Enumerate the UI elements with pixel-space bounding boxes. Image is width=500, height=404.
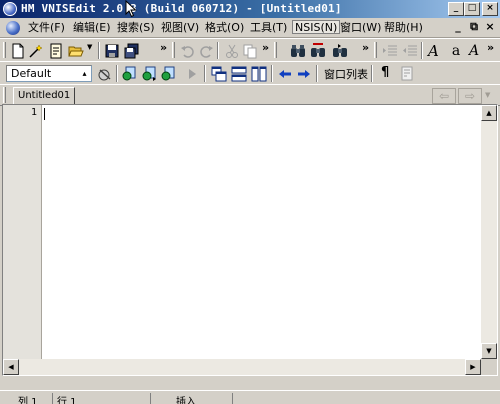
toolbar-grip[interactable]: [374, 42, 377, 58]
menu-bar: 文件(F) 编辑(E) 搜索(S) 视图(V) 格式(O) 工具(T) NSIS…: [0, 18, 500, 38]
horizontal-scrollbar[interactable]: ◀ ▶: [3, 359, 481, 375]
template-icon[interactable]: [48, 43, 64, 59]
find-replace-icon[interactable]: [310, 43, 326, 59]
syntax-scheme-value: Default: [11, 67, 52, 80]
status-bar: 列 1 行 1 插入: [0, 390, 500, 404]
open-folder-icon[interactable]: [68, 43, 84, 59]
toolbar-separator: [217, 42, 219, 59]
app-icon: [3, 2, 17, 16]
tile-vertical-icon[interactable]: [251, 66, 267, 82]
window-list-button[interactable]: 窗口列表: [324, 66, 368, 82]
maximize-button[interactable]: □: [464, 2, 480, 16]
indent-icon[interactable]: [382, 43, 398, 59]
mdi-minimize-button[interactable]: _: [452, 21, 464, 33]
toolbar-separator: [98, 42, 100, 59]
previous-window-icon[interactable]: [277, 66, 293, 82]
menu-search[interactable]: 搜索(S): [117, 21, 155, 35]
scroll-right-button[interactable]: ▶: [465, 359, 481, 375]
close-button[interactable]: ×: [482, 2, 498, 16]
word-wrap-icon[interactable]: [400, 66, 416, 82]
scroll-left-button[interactable]: ◀: [3, 359, 19, 375]
scheme-settings-icon[interactable]: [97, 66, 113, 82]
minimize-button[interactable]: _: [448, 2, 464, 16]
tile-horizontal-icon[interactable]: [231, 66, 247, 82]
font-italic-icon[interactable]: A: [428, 43, 444, 59]
status-line: 行 1: [52, 393, 77, 404]
menu-edit[interactable]: 编辑(E): [73, 21, 111, 35]
toolbar-grip[interactable]: [172, 42, 175, 58]
document-tab-strip: Untitled01 ⇦ ⇨ ▼: [0, 84, 500, 106]
undo-icon[interactable]: [180, 43, 196, 59]
mouse-cursor-icon: [125, 0, 137, 18]
mdi-restore-button[interactable]: ⧉: [468, 21, 480, 33]
scroll-up-button[interactable]: ▲: [481, 105, 497, 121]
show-paragraph-button[interactable]: ¶: [381, 65, 389, 80]
font-size-icon[interactable]: A: [466, 43, 482, 59]
outdent-icon[interactable]: [402, 43, 418, 59]
menu-format[interactable]: 格式(O): [205, 21, 244, 35]
toolbar-separator: [116, 65, 118, 82]
toolbar-overflow-chevron[interactable]: »: [487, 41, 494, 54]
menu-tools[interactable]: 工具(T): [250, 21, 287, 35]
copy-icon[interactable]: [242, 43, 258, 59]
toolbar-grip[interactable]: [274, 42, 277, 58]
menu-nsis[interactable]: NSIS(N): [292, 20, 341, 34]
toolbar-overflow-chevron[interactable]: »: [262, 41, 269, 54]
open-dropdown-arrow-icon[interactable]: ▼: [87, 43, 93, 51]
tabstrip-grip: [3, 87, 6, 103]
scroll-down-button[interactable]: ▼: [481, 343, 497, 359]
vertical-scrollbar[interactable]: ▲ ▼: [481, 105, 497, 359]
cut-icon[interactable]: [224, 43, 240, 59]
window-title: HM VNISEdit 2.0.3 (Build 060712) - [Unti…: [21, 2, 342, 15]
toolbar-grip[interactable]: [3, 42, 6, 58]
new-wizard-icon[interactable]: [28, 43, 44, 59]
code-editor[interactable]: 1 ▲ ▼ ◀ ▶: [2, 104, 498, 376]
toolbar-overflow-chevron[interactable]: »: [160, 41, 167, 54]
tab-untitled01[interactable]: Untitled01: [13, 87, 75, 105]
compile-settings-icon[interactable]: [160, 66, 176, 82]
tab-back-button[interactable]: ⇦: [432, 88, 456, 104]
mdi-close-button[interactable]: ×: [484, 21, 496, 33]
document-system-icon[interactable]: [6, 21, 20, 35]
menu-view[interactable]: 视图(V): [161, 21, 199, 35]
find-icon[interactable]: [290, 43, 306, 59]
menu-window[interactable]: 窗口(W): [340, 21, 381, 35]
spin-arrows-icon[interactable]: ▴: [79, 67, 90, 80]
toolbar-separator: [204, 65, 206, 82]
status-divider: [150, 393, 155, 404]
toolbar-separator: [421, 42, 423, 59]
line-number-gutter: 1: [3, 105, 42, 375]
scrollbar-corner: [481, 359, 497, 375]
redo-icon[interactable]: [198, 43, 214, 59]
find-next-icon[interactable]: [332, 43, 348, 59]
toolbar-separator: [316, 65, 318, 82]
status-insert-mode: 插入: [176, 397, 196, 404]
next-window-icon[interactable]: [296, 66, 312, 82]
status-divider: [232, 393, 237, 404]
tab-nav-dropdown-icon[interactable]: ▼: [485, 91, 490, 99]
toolbar-overflow-chevron[interactable]: »: [362, 41, 369, 54]
main-toolbar: ▼ » » » A a A »: [0, 38, 500, 62]
menu-file[interactable]: 文件(F): [28, 21, 65, 35]
line-number: 1: [30, 107, 37, 118]
text-caret: [44, 108, 45, 120]
save-all-icon[interactable]: [124, 43, 140, 59]
toolbar-separator: [371, 65, 373, 82]
toolbar-separator: [271, 65, 273, 82]
syntax-scheme-combo[interactable]: Default ▴: [6, 65, 92, 82]
cascade-windows-icon[interactable]: [211, 66, 227, 82]
menu-help[interactable]: 帮助(H): [384, 21, 423, 35]
tab-forward-button[interactable]: ⇨: [458, 88, 482, 104]
font-a-icon[interactable]: a: [448, 43, 464, 59]
title-bar: HM VNISEdit 2.0.3 (Build 060712) - [Unti…: [0, 0, 500, 18]
new-file-icon[interactable]: [10, 43, 26, 59]
compile-icon[interactable]: [121, 66, 137, 82]
run-icon[interactable]: [184, 66, 200, 82]
save-icon[interactable]: [104, 43, 120, 59]
status-column: 列 1: [18, 397, 38, 404]
compile-run-icon[interactable]: [141, 66, 157, 82]
secondary-toolbar: Default ▴ 窗口列表 ¶: [0, 61, 500, 85]
